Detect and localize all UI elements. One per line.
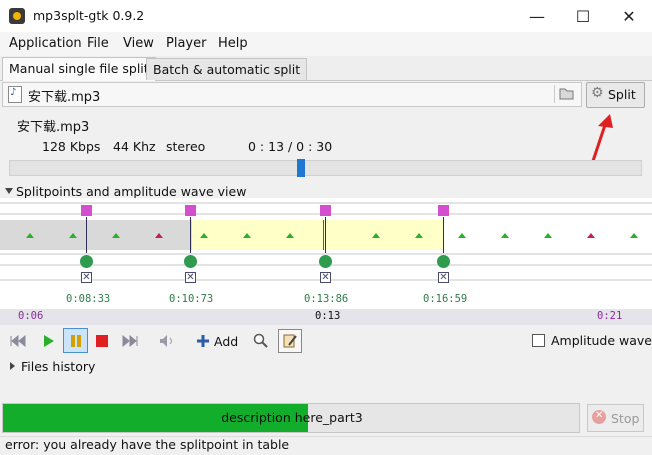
splitpoint-handle[interactable] [438, 205, 449, 216]
play-icon [44, 335, 54, 347]
amplitude-peak [26, 233, 34, 238]
seek-slider-thumb[interactable] [297, 159, 305, 177]
amplitude-peak [501, 233, 509, 238]
splitpoint-line [325, 217, 326, 253]
splitpoint-time: 0:16:59 [423, 293, 468, 305]
splitpoint-play-marker[interactable] [437, 255, 450, 268]
skip-forward-icon [122, 335, 138, 347]
browse-folder-button[interactable] [554, 85, 577, 103]
collapse-arrow-icon[interactable] [5, 188, 13, 194]
amplitude-peak [372, 233, 380, 238]
menu-file[interactable]: File [87, 36, 109, 51]
play-button[interactable] [37, 330, 59, 352]
menu-view[interactable]: View [123, 36, 154, 51]
timeline-start: 0:06 [18, 310, 44, 322]
splitpoint-delete-icon[interactable]: ✕ [185, 272, 196, 283]
timeline-current: 0:13 [315, 310, 341, 322]
amplitude-peak [243, 233, 251, 238]
add-splitpoint-button[interactable] [192, 330, 214, 352]
splitpoint-handle[interactable] [81, 205, 92, 216]
frequency-label: 44 Khz [113, 139, 156, 154]
previous-button[interactable] [7, 330, 29, 352]
status-message: error: you already have the splitpoint i… [5, 437, 290, 452]
expand-arrow-icon[interactable] [10, 362, 15, 370]
splitpoint-handle[interactable] [320, 205, 331, 216]
stop-player-button[interactable] [91, 330, 113, 352]
edit-tags-button[interactable] [278, 329, 302, 353]
splitpoint-delete-icon[interactable]: ✕ [81, 272, 92, 283]
tab-batch-split[interactable]: Batch & automatic split [146, 58, 308, 80]
amplitude-peak [587, 233, 595, 238]
stop-circle-icon [592, 410, 606, 424]
menu-player[interactable]: Player [166, 36, 206, 51]
timeline-end: 0:21 [597, 310, 623, 322]
file-name-label: 安下载.mp3 [17, 120, 90, 135]
mode-label: stereo [166, 139, 206, 154]
amplitude-wave-checkbox[interactable] [532, 334, 545, 347]
edit-icon [283, 334, 297, 348]
speaker-icon [160, 335, 172, 347]
amplitude-wave-label: Amplitude wave [551, 333, 652, 348]
split-progress-label: description here_part3 [221, 410, 363, 425]
splitpoint-delete-icon[interactable]: ✕ [438, 272, 449, 283]
amplitude-peak [112, 233, 120, 238]
window-title: mp3splt-gtk 0.9.2 [33, 8, 145, 23]
selected-region [192, 220, 444, 250]
splitpoint-time: 0:08:33 [66, 293, 111, 305]
next-button[interactable] [119, 330, 141, 352]
zoom-button[interactable] [250, 330, 272, 352]
menu-application[interactable]: Application [9, 36, 82, 51]
amplitude-peak [544, 233, 552, 238]
splitpoint-delete-icon[interactable]: ✕ [320, 272, 331, 283]
pause-icon [70, 334, 81, 347]
menu-help[interactable]: Help [218, 36, 248, 51]
splitpoint-time: 0:10:73 [169, 293, 214, 305]
amplitude-peak [69, 233, 77, 238]
seek-slider[interactable] [9, 160, 642, 176]
splitpoint-handle[interactable] [185, 205, 196, 216]
splitpoints-section-title: Splitpoints and amplitude wave view [16, 184, 247, 199]
audio-file-icon [8, 86, 22, 103]
splitpoint-time: 0:13:86 [304, 293, 349, 305]
volume-button[interactable] [156, 330, 178, 352]
skip-back-icon [10, 335, 26, 347]
amplitude-peak [415, 233, 423, 238]
amplitude-peak [155, 233, 163, 238]
bitrate-label: 128 Kbps [42, 139, 101, 154]
pause-button[interactable] [63, 328, 88, 353]
add-splitpoint-label[interactable]: Add [214, 334, 238, 349]
minimize-button[interactable]: — [514, 0, 560, 32]
file-path-text: 安下载.mp3 [28, 90, 101, 105]
guide-line [0, 202, 652, 204]
close-button[interactable]: ✕ [606, 0, 652, 32]
maximize-button[interactable]: ☐ [560, 0, 606, 32]
amplitude-peak [630, 233, 638, 238]
stop-split-label: Stop [611, 411, 640, 426]
app-icon [9, 8, 25, 24]
plus-icon [197, 335, 209, 347]
amplitude-peak [286, 233, 294, 238]
time-label: 0 : 13 / 0 : 30 [248, 139, 333, 154]
splitpoint-play-marker[interactable] [319, 255, 332, 268]
splitpoint-line [86, 217, 87, 253]
splitpoint-line [190, 217, 191, 253]
tab-manual-split[interactable]: Manual single file split [2, 57, 156, 81]
files-history-expander[interactable]: Files history [21, 359, 95, 374]
amplitude-peak [458, 233, 466, 238]
splitpoint-play-marker[interactable] [184, 255, 197, 268]
gear-icon: ⚙ [591, 85, 604, 101]
folder-icon [559, 88, 574, 100]
stop-icon [96, 335, 108, 347]
splitpoint-line [443, 217, 444, 253]
splitpoint-play-marker[interactable] [80, 255, 93, 268]
split-button-label: Split [608, 87, 636, 102]
playhead-line [323, 220, 324, 250]
magnifier-icon [253, 333, 268, 348]
amplitude-peak [200, 233, 208, 238]
